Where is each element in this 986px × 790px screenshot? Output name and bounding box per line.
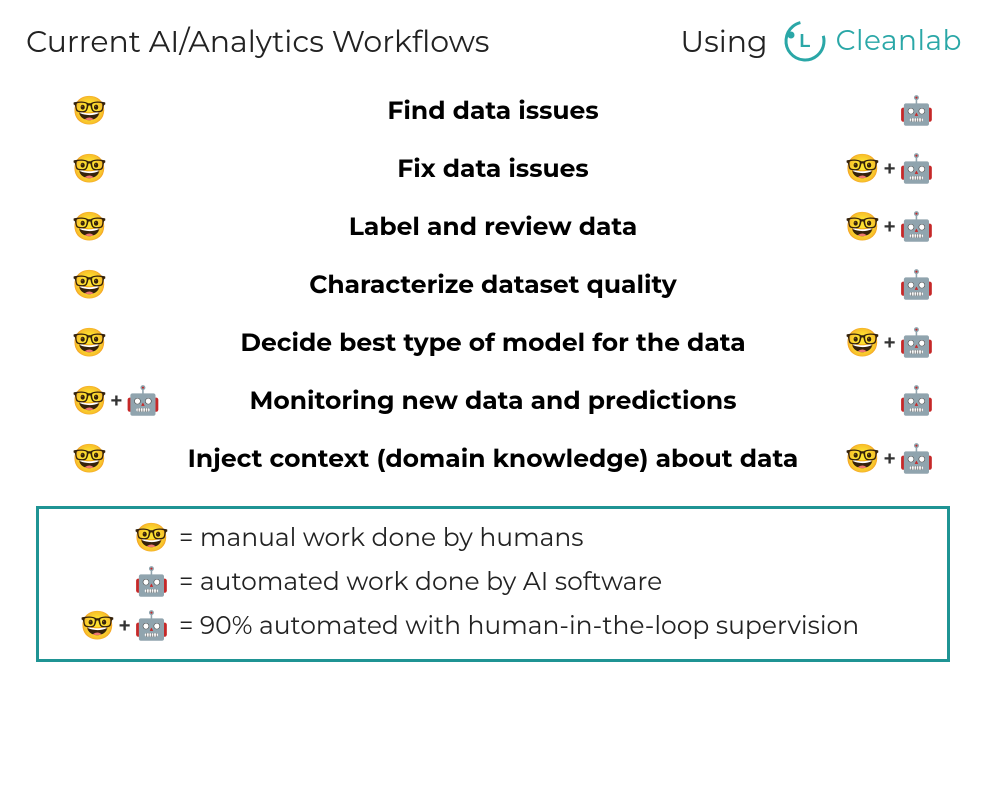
combo-icon: 🤓+🤖: [845, 155, 934, 183]
workflow-row: 🤓 Decide best type of model for the data…: [32, 328, 954, 358]
legend-row-combo: 🤓+🤖 = 90% automated with human-in-the-lo…: [59, 611, 927, 641]
workflow-row: 🤓+🤖 Monitoring new data and predictions …: [32, 386, 954, 416]
header-right-wrap: Using L Cleanlab: [680, 16, 962, 66]
combo-icon: 🤓+🤖: [845, 329, 934, 357]
workflow-row: 🤓 Find data issues 🤖: [32, 96, 954, 126]
robot-icon: 🤖: [899, 271, 934, 299]
human-icon: 🤓: [72, 213, 107, 241]
workflow-row: 🤓 Fix data issues 🤓+🤖: [32, 154, 954, 184]
workflow-rows: 🤓 Find data issues 🤖 🤓 Fix data issues 🤓…: [24, 96, 962, 474]
row-right: 🤓+🤖: [814, 213, 954, 241]
legend-text: = automated work done by AI software: [179, 567, 662, 597]
legend-row-robot: 🤖 = automated work done by AI software: [59, 567, 927, 597]
legend-box: 🤓 = manual work done by humans 🤖 = autom…: [36, 506, 950, 662]
workflow-row: 🤓 Inject context (domain knowledge) abou…: [32, 444, 954, 474]
combo-icon: 🤓+🤖: [845, 445, 934, 473]
row-left: 🤓: [32, 445, 172, 473]
row-label: Monitoring new data and predictions: [172, 386, 814, 416]
human-icon: 🤓: [72, 155, 107, 183]
header-row: Current AI/Analytics Workflows Using L C…: [24, 16, 962, 66]
row-right: 🤓+🤖: [814, 155, 954, 183]
robot-icon: 🤖: [59, 568, 169, 596]
human-icon: 🤓: [72, 97, 107, 125]
row-right: 🤓+🤖: [814, 445, 954, 473]
human-icon: 🤓: [72, 271, 107, 299]
combo-icon: 🤓+🤖: [72, 387, 161, 415]
row-left: 🤓: [32, 271, 172, 299]
cleanlab-logo-icon: L: [780, 16, 830, 66]
row-right: 🤓+🤖: [814, 329, 954, 357]
combo-icon: 🤓+🤖: [845, 213, 934, 241]
row-label: Characterize dataset quality: [172, 270, 814, 300]
cleanlab-logo: L Cleanlab: [780, 16, 962, 66]
row-label: Fix data issues: [172, 154, 814, 184]
workflow-row: 🤓 Label and review data 🤓+🤖: [32, 212, 954, 242]
row-left: 🤓: [32, 329, 172, 357]
cleanlab-logo-text: Cleanlab: [836, 24, 962, 58]
header-left-title: Current AI/Analytics Workflows: [26, 23, 489, 60]
workflow-row: 🤓 Characterize dataset quality 🤖: [32, 270, 954, 300]
row-left: 🤓+🤖: [32, 387, 172, 415]
robot-icon: 🤖: [899, 97, 934, 125]
human-icon: 🤓: [72, 329, 107, 357]
svg-text:L: L: [799, 31, 810, 51]
human-icon: 🤓: [59, 524, 169, 552]
header-using: Using: [680, 23, 767, 60]
human-icon: 🤓: [72, 445, 107, 473]
row-label: Label and review data: [172, 212, 814, 242]
row-label: Decide best type of model for the data: [172, 328, 814, 358]
robot-icon: 🤖: [899, 387, 934, 415]
row-left: 🤓: [32, 155, 172, 183]
combo-icon: 🤓+🤖: [59, 612, 169, 640]
row-left: 🤓: [32, 213, 172, 241]
legend-text: = manual work done by humans: [179, 523, 583, 553]
legend-row-human: 🤓 = manual work done by humans: [59, 523, 927, 553]
row-left: 🤓: [32, 97, 172, 125]
legend-text: = 90% automated with human-in-the-loop s…: [179, 611, 859, 641]
row-label: Find data issues: [172, 96, 814, 126]
row-right: 🤖: [814, 97, 954, 125]
row-right: 🤖: [814, 271, 954, 299]
row-right: 🤖: [814, 387, 954, 415]
row-label: Inject context (domain knowledge) about …: [172, 444, 814, 474]
